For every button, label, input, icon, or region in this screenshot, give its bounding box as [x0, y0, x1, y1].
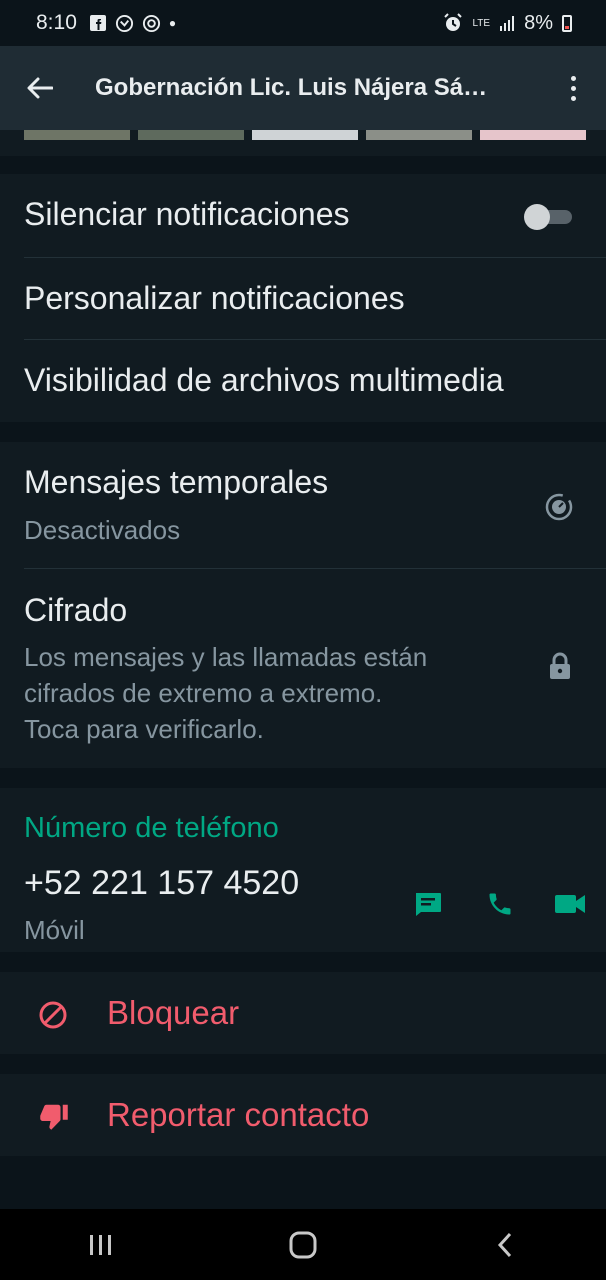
phone-type: Móvil	[24, 915, 85, 945]
home-button[interactable]	[243, 1209, 363, 1280]
phone-number[interactable]: +52 221 157 4520	[24, 864, 299, 903]
alarm-icon	[444, 13, 463, 31]
recent-apps-icon	[90, 1234, 111, 1255]
media-thumbnail[interactable]	[480, 130, 586, 140]
block-section[interactable]: Bloquear	[0, 972, 606, 1054]
phone-icon	[489, 893, 511, 915]
toggle-thumb	[524, 204, 550, 230]
battery-percent: 8%	[524, 11, 553, 34]
thumbs-down-icon	[40, 1104, 68, 1130]
network-type: LTE	[472, 17, 491, 29]
signal-icon	[500, 16, 515, 31]
back-nav-button[interactable]	[445, 1209, 565, 1280]
message-button[interactable]	[404, 884, 452, 924]
battery-icon	[562, 14, 572, 32]
app-bar: Gobernación Lic. Luis Nájera Sá…	[0, 46, 606, 130]
videocam-icon	[555, 895, 585, 913]
report-section[interactable]: Reportar contacto	[0, 1074, 606, 1156]
encryption-desc-line: Los mensajes y las llamadas están	[24, 642, 428, 672]
disappearing-messages-status: Desactivados	[24, 515, 181, 545]
media-visibility-row[interactable]: Visibilidad de archivos multimedia	[0, 340, 606, 422]
media-visibility-label: Visibilidad de archivos multimedia	[24, 362, 504, 398]
encryption-label: Cifrado	[24, 592, 128, 628]
media-thumbnail[interactable]	[24, 130, 130, 140]
media-strip[interactable]	[0, 130, 606, 156]
video-call-button[interactable]	[546, 884, 594, 924]
encryption-desc-line: cifrados de extremo a extremo.	[24, 678, 383, 708]
disappearing-messages-label: Mensajes temporales	[24, 464, 329, 500]
encryption-description: Los mensajes y las llamadas están cifrad…	[24, 639, 427, 747]
media-thumbnail[interactable]	[366, 130, 472, 140]
media-thumbnail[interactable]	[252, 130, 358, 140]
phone-section-heading: Número de teléfono	[24, 812, 279, 844]
encryption-row[interactable]: Cifrado Los mensajes y las llamadas está…	[0, 568, 606, 768]
chevron-left-icon	[497, 1232, 512, 1257]
message-icon	[416, 893, 441, 916]
media-thumbnail[interactable]	[138, 130, 244, 140]
mute-toggle[interactable]	[524, 204, 572, 230]
lock-icon	[550, 652, 570, 679]
status-time: 8:10	[36, 11, 77, 34]
notification-icons: ●	[89, 14, 176, 33]
facebook-icon	[89, 15, 106, 31]
app-icon	[142, 14, 160, 32]
mute-notifications-row[interactable]: Silenciar notificaciones	[0, 174, 606, 258]
system-nav-bar	[0, 1209, 606, 1280]
recent-apps-button[interactable]	[41, 1209, 161, 1280]
encryption-desc-line: Toca para verificarlo.	[24, 714, 264, 744]
home-icon	[289, 1231, 317, 1258]
block-label: Bloquear	[107, 994, 240, 1031]
custom-notifications-label: Personalizar notificaciones	[24, 280, 405, 316]
dot-icon: ●	[168, 16, 177, 30]
block-icon	[39, 1001, 67, 1029]
back-button[interactable]	[0, 46, 80, 130]
voice-call-button[interactable]	[476, 884, 524, 924]
more-vert-icon	[570, 75, 576, 101]
disappearing-messages-row[interactable]: Mensajes temporales Desactivados	[0, 442, 606, 569]
more-options-button[interactable]	[548, 46, 598, 130]
privacy-section: Mensajes temporales Desactivados Cifrado…	[0, 442, 606, 768]
report-label: Reportar contacto	[107, 1096, 370, 1133]
timer-icon	[545, 493, 573, 521]
sync-icon	[115, 14, 133, 32]
custom-notifications-row[interactable]: Personalizar notificaciones	[0, 258, 606, 340]
status-bar: 8:10 ● LTE 8%	[0, 0, 606, 46]
phone-section: Número de teléfono +52 221 157 4520 Móvi…	[0, 788, 606, 952]
notifications-section: Silenciar notificaciones Personalizar no…	[0, 174, 606, 422]
contact-name-title[interactable]: Gobernación Lic. Luis Nájera Sá…	[95, 74, 501, 102]
mute-notifications-label: Silenciar notificaciones	[24, 196, 350, 232]
arrow-left-icon	[27, 77, 53, 99]
status-indicators: LTE 8%	[443, 12, 572, 35]
